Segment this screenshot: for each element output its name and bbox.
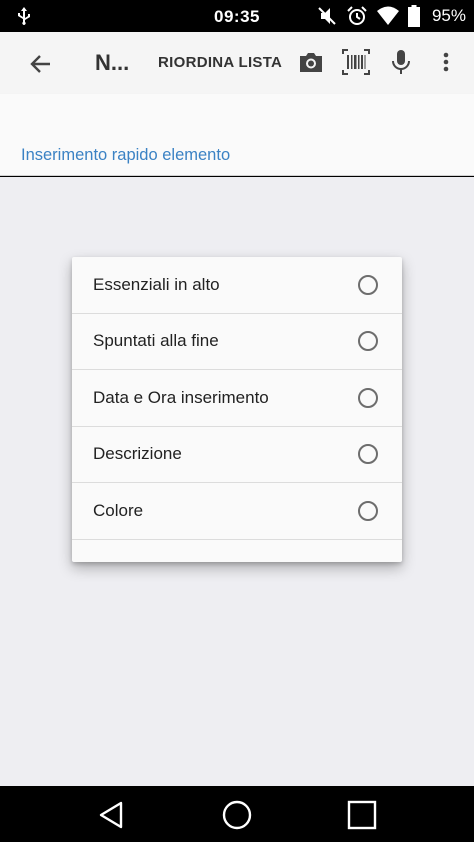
quick-entry-area: Inserimento rapido elemento xyxy=(0,94,474,176)
mute-icon xyxy=(318,7,336,25)
option-label: Descrizione xyxy=(93,444,182,464)
recents-square-icon[interactable] xyxy=(346,799,378,831)
radio-button[interactable] xyxy=(358,331,378,352)
quick-entry-field[interactable]: Inserimento rapido elemento xyxy=(21,146,230,165)
sort-option-date-time[interactable]: Data e Ora inserimento xyxy=(72,370,402,427)
sort-option-essentials[interactable]: Essenziali in alto xyxy=(72,257,402,314)
overflow-menu-icon[interactable] xyxy=(432,48,460,76)
status-bar: 09:35 95% xyxy=(0,0,474,32)
battery-icon xyxy=(407,5,420,27)
back-arrow-icon[interactable] xyxy=(28,51,54,77)
app-toolbar: N... RIORDINA LISTA xyxy=(0,32,474,94)
sort-options-dialog: Essenziali in alto Spuntati alla fine Da… xyxy=(72,257,402,562)
radio-button[interactable] xyxy=(358,444,378,465)
radio-button[interactable] xyxy=(358,387,378,408)
sort-option-color[interactable]: Colore xyxy=(72,483,402,540)
back-triangle-icon[interactable] xyxy=(96,799,128,831)
list-title: N... xyxy=(95,50,130,75)
option-label: Essenziali in alto xyxy=(93,274,220,294)
alarm-icon xyxy=(347,6,367,25)
microphone-icon[interactable] xyxy=(387,48,415,76)
camera-icon[interactable] xyxy=(297,48,325,76)
option-label: Spuntati alla fine xyxy=(93,331,219,351)
system-nav-bar xyxy=(0,786,474,842)
wifi-icon xyxy=(376,6,399,25)
option-label: Data e Ora inserimento xyxy=(93,387,269,407)
radio-button[interactable] xyxy=(358,274,378,295)
radio-button[interactable] xyxy=(358,500,378,521)
reorder-list-button[interactable]: RIORDINA LISTA xyxy=(158,54,282,71)
home-circle-icon[interactable] xyxy=(221,799,253,831)
barcode-icon[interactable] xyxy=(342,48,370,76)
battery-percentage: 95% xyxy=(431,6,466,25)
option-label: Colore xyxy=(93,500,144,520)
sort-option-checked-last[interactable]: Spuntati alla fine xyxy=(72,314,402,370)
status-icons: 95% xyxy=(316,5,466,27)
sort-option-description[interactable]: Descrizione xyxy=(72,427,402,483)
